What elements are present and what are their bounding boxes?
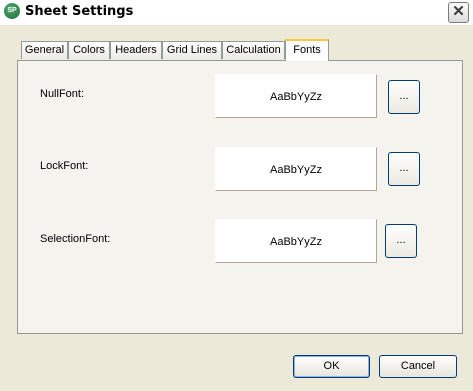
lock-font-preview: AaBbYyZz [215, 147, 377, 191]
tab-grid-lines[interactable]: Grid Lines [162, 41, 222, 59]
window-title: Sheet Settings [25, 4, 134, 19]
cancel-button[interactable]: Cancel [379, 355, 457, 378]
tab-colors[interactable]: Colors [68, 41, 110, 59]
close-icon[interactable]: ✕ [448, 2, 469, 23]
selection-font-preview: AaBbYyZz [215, 219, 377, 263]
lock-font-browse-button[interactable]: ... [388, 152, 420, 186]
tab-general[interactable]: General [21, 41, 68, 59]
null-font-label: NullFont: [40, 88, 85, 100]
lock-font-label: LockFont: [40, 160, 89, 172]
title-bar: SP Sheet Settings ✕ [0, 0, 473, 25]
tab-calculation[interactable]: Calculation [222, 41, 285, 59]
ok-button[interactable]: OK [293, 355, 370, 378]
selection-font-label: SelectionFont: [40, 233, 111, 245]
app-icon: SP [4, 3, 20, 19]
tab-headers[interactable]: Headers [110, 41, 162, 59]
tab-fonts[interactable]: Fonts [285, 39, 329, 61]
selection-font-browse-button[interactable]: ... [385, 224, 417, 258]
null-font-browse-button[interactable]: ... [388, 80, 420, 114]
null-font-preview: AaBbYyZz [215, 74, 377, 118]
